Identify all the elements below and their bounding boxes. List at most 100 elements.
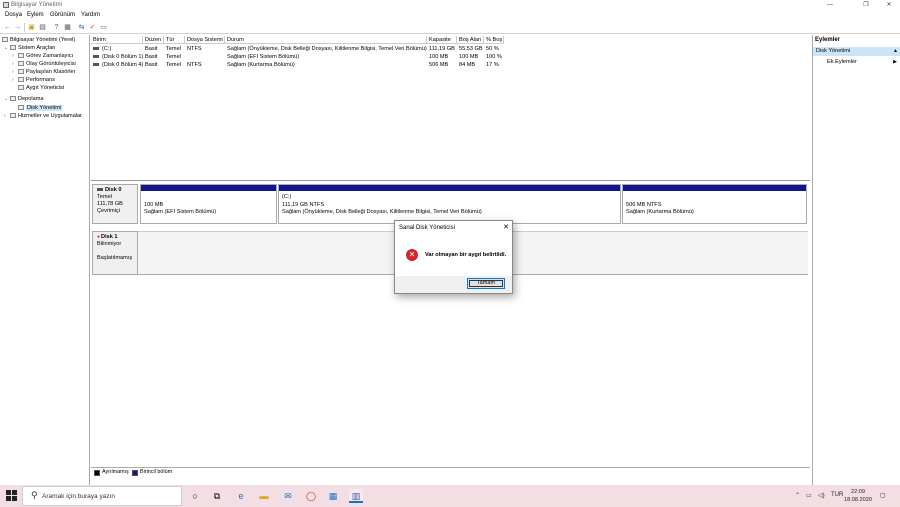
tree-item-storage[interactable]: ⌄ Depolama [4, 95, 44, 103]
tools-icon [10, 45, 16, 51]
column-header-volume[interactable]: Birim [91, 36, 143, 44]
mail-icon[interactable]: ✉ [281, 489, 295, 503]
disk-0-label[interactable]: Disk 0 Temel 111,78 GB Çevrimiçi [92, 184, 138, 224]
folder-up-icon[interactable]: ▣ [27, 23, 36, 32]
volume-capacity: 100 MB [429, 54, 449, 60]
tree-item-shared-folders[interactable]: › Paylaşılan Klasörler [12, 68, 75, 76]
storage-icon [10, 96, 16, 102]
notifications-icon[interactable]: ▢ [880, 492, 886, 499]
actions-disk-management[interactable]: Disk Yönetimi ▲ [813, 47, 900, 56]
volume-filesystem [185, 53, 187, 61]
partition-title: (C:) [282, 194, 292, 200]
taskbar: ⚲ Aramak için buraya yazın ○ ⧉ e ▬ ✉ ◯ ▦… [0, 485, 900, 507]
menu-bar: Dosya Eylem Görünüm Yardım [0, 11, 900, 21]
app-icon[interactable]: ▦ [326, 489, 340, 503]
title-bar: Bilgisayar Yönetimi — ❐ ✕ [0, 0, 900, 11]
taskbar-search[interactable]: ⚲ Aramak için buraya yazın [22, 486, 182, 506]
menu-dosya[interactable]: Dosya [5, 12, 22, 18]
tree-item-performance[interactable]: › Performans [12, 76, 55, 84]
cortana-icon[interactable]: ○ [188, 489, 202, 503]
dialog-close-icon[interactable]: ✕ [503, 221, 509, 235]
partition-efi[interactable]: 100 MB Sağlam (EFI Sistem Bölümü) [140, 184, 277, 224]
connect-icon[interactable]: ⇆ [77, 23, 86, 32]
tree-item-system-tools[interactable]: ⌄ Sistem Araçları [4, 44, 56, 52]
partition-status: Sağlam (Önyükleme, Disk Belleği Dosyası,… [282, 209, 482, 215]
volume-layout: Basit [145, 54, 158, 60]
console-tree-icon[interactable]: ▤ [38, 23, 47, 32]
volume-percent-free: 50 % [486, 46, 499, 52]
partition-efi-text: 100 MB Sağlam (EFI Sistem Bölümü) [141, 191, 276, 220]
menu-yardim[interactable]: Yardım [81, 12, 100, 18]
minimize-button[interactable]: — [819, 1, 841, 10]
disk-management-icon [18, 105, 24, 111]
opera-icon[interactable]: ◯ [304, 489, 318, 503]
volume-icon[interactable]: ◁) [818, 492, 825, 499]
volume-name: (C:) [91, 45, 111, 53]
ok-button[interactable]: Tamam [467, 278, 505, 289]
volume-name: (Disk 0 Bölüm 1) [91, 53, 143, 61]
search-placeholder: Aramak için buraya yazın [42, 493, 115, 500]
disk-0-state: Çevrimiçi [97, 208, 120, 214]
tree-item-root[interactable]: Bilgisayar Yönetimi (Yerel) [2, 36, 75, 44]
volume-icon [93, 63, 99, 67]
error-icon: ✕ [406, 249, 418, 261]
clock[interactable]: 22:09 18.08.2020 [841, 488, 875, 504]
volume-capacity: 506 MB [429, 62, 449, 68]
volume-percent-free: 100 % [486, 54, 502, 60]
collapse-icon[interactable]: ▲ [893, 47, 898, 56]
tree-item-task-scheduler[interactable]: › Görev Zamanlayıcı [12, 52, 73, 60]
partition-c[interactable]: (C:) 111,19 GB NTFS Sağlam (Önyükleme, D… [278, 184, 621, 224]
menu-gorunum[interactable]: Görünüm [50, 12, 75, 18]
tree-item-event-viewer[interactable]: › Olay Görüntüleyicisi [12, 60, 76, 68]
maximize-button[interactable]: ❐ [855, 1, 877, 10]
disk-0-name: Disk 0 [97, 187, 121, 193]
legend-unallocated: Ayrılmamış [102, 469, 129, 475]
menu-eylem[interactable]: Eylem [27, 12, 44, 18]
volume-list: Birim Düzen Tür Dosya Sistemi Durum Kapa… [91, 35, 810, 181]
partition-size: 506 MB NTFS [626, 201, 662, 208]
console-tree: Bilgisayar Yönetimi (Yerel) ⌄ Sistem Araç… [0, 35, 90, 485]
properties-icon[interactable]: ▦ [63, 23, 72, 32]
tree-item-services[interactable]: › Hizmetler ve Uygulamalar [4, 112, 82, 120]
disk-1-type: Bilinmiyor [97, 241, 122, 247]
computer-management-taskbar-icon[interactable]: ▥ [349, 489, 363, 503]
view-icon[interactable]: ▭ [99, 23, 108, 32]
column-header-capacity[interactable]: Kapasite [427, 36, 457, 44]
volume-filesystem: NTFS [187, 46, 202, 52]
disk-warning-icon: ● [97, 234, 101, 240]
close-button[interactable]: ✕ [878, 1, 900, 10]
start-button[interactable] [6, 490, 17, 501]
partition-recovery[interactable]: 506 MB NTFS Sağlam (Kurtarma Bölümü) [622, 184, 807, 224]
unallocated-swatch [94, 470, 100, 476]
volume-icon [93, 55, 99, 59]
volume-free: 84 MB [459, 62, 476, 68]
error-dialog: Sanal Disk Yöneticisi ✕ ✕ Var olmayan bi… [394, 220, 513, 294]
column-header-type[interactable]: Tür [164, 36, 185, 44]
column-header-status[interactable]: Durum [225, 36, 427, 44]
column-header-filesystem[interactable]: Dosya Sistemi [185, 36, 225, 44]
partition-size: 111,19 GB NTFS [282, 201, 325, 208]
help-icon[interactable]: ? [52, 23, 61, 32]
edge-icon[interactable]: e [234, 489, 248, 503]
volume-status: Sağlam (Kurtarma Bölümü) [227, 62, 295, 68]
more-actions-item[interactable]: Ek Eylemler [827, 59, 857, 65]
network-icon[interactable]: ▭ [806, 492, 812, 499]
column-header-free-space[interactable]: Boş Alan [457, 36, 484, 44]
back-icon[interactable]: ← [3, 23, 12, 32]
check-icon[interactable]: ✓ [88, 23, 97, 32]
tree-item-device-manager[interactable]: Aygıt Yöneticisi [12, 84, 64, 92]
volume-filesystem: NTFS [187, 62, 202, 68]
dialog-title: Sanal Disk Yöneticisi [399, 225, 455, 231]
forward-icon[interactable]: → [13, 23, 22, 32]
disk-1-label[interactable]: ●Disk 1 Bilinmiyor Başlatılmamış [92, 231, 138, 275]
column-header-layout[interactable]: Düzen [143, 36, 164, 44]
file-explorer-icon[interactable]: ▬ [257, 489, 271, 503]
column-header-percent-free[interactable]: % Boş [484, 36, 504, 44]
tray-overflow-icon[interactable]: ⌃ [795, 492, 800, 499]
tree-item-disk-management[interactable]: Disk Yönetimi [12, 104, 63, 112]
performance-icon [18, 77, 24, 83]
volume-status: Sağlam (Önyükleme, Disk Belleği Dosyası,… [227, 46, 427, 52]
task-view-icon[interactable]: ⧉ [210, 489, 224, 503]
computer-icon [2, 37, 8, 43]
partition-c-text: (C:) 111,19 GB NTFS Sağlam (Önyükleme, D… [279, 191, 620, 220]
